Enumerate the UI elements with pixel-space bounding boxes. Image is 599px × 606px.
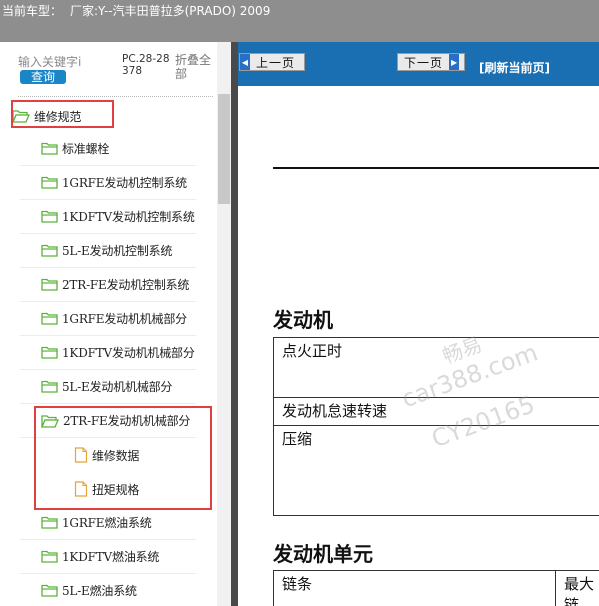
tree-node-folder[interactable]: 5L-E发动机机械部分 <box>20 370 196 404</box>
tree-node-label: 标准螺栓 <box>62 142 110 156</box>
tree-node-label: 5L-E发动机控制系统 <box>62 244 173 258</box>
tree-node-label: 1GRFE发动机控制系统 <box>62 176 187 190</box>
tree-node-label: 5L-E发动机机械部分 <box>62 380 173 394</box>
tree-node-label: 2TR-FE发动机机械部分 <box>63 414 191 428</box>
tree-node-label: 1KDFTV发动机机械部分 <box>62 346 195 360</box>
folder-open-icon <box>12 110 30 123</box>
tree-node-folder[interactable]: 1KDFTV燃油系统 <box>20 540 196 574</box>
folder-open-icon <box>41 414 59 428</box>
arrow-right-icon: ▶ <box>449 54 460 70</box>
engine-unit-table: 链条 最大链 <box>273 570 599 606</box>
tree-node-folder-open[interactable]: 2TR-FE发动机机械部分 <box>20 404 196 438</box>
folder-icon <box>41 380 58 393</box>
tree-node-label: 1KDFTV燃油系统 <box>62 550 160 564</box>
engine-spec-table: 点火正时 发动机怠速转速 压缩 <box>273 337 599 516</box>
tree-node-folder[interactable]: 5L-E发动机控制系统 <box>20 234 196 268</box>
title-bar: 当前车型： 厂家:Y--汽丰田普拉多(PRADO) 2009 <box>0 0 599 42</box>
left-scrollbar[interactable] <box>217 42 231 606</box>
table-cell: 链条 <box>273 570 556 606</box>
tree-node-label: 2TR-FE发动机控制系统 <box>62 278 190 292</box>
refresh-page-link[interactable]: [刷新当前页] <box>479 59 550 76</box>
next-page-button[interactable]: 下一页 ▶ <box>397 53 465 71</box>
tree-node-label: 1GRFE发动机机械部分 <box>62 312 187 326</box>
page-nav-bar: ◀ 上一页 下一页 ▶ [刷新当前页] <box>238 42 599 86</box>
tree-node-label: 扭矩规格 <box>92 482 140 497</box>
tree-node-document[interactable]: 维修数据 <box>20 438 196 472</box>
prev-page-button[interactable]: ◀ 上一页 <box>239 53 305 71</box>
tree-node-folder[interactable]: 2TR-FE发动机控制系统 <box>20 268 196 302</box>
keyword-input[interactable] <box>18 53 98 71</box>
table-cell: 最大链 <box>555 570 599 606</box>
folder-icon <box>41 176 58 189</box>
current-model-value: 厂家:Y--汽丰田普拉多(PRADO) 2009 <box>70 4 271 18</box>
section-title-engine-unit: 发动机单元 <box>273 542 373 566</box>
table-cell: 压缩 <box>273 425 599 516</box>
tree-node-folder[interactable]: 5L-E燃油系统 <box>20 574 196 606</box>
tree-node-label: 维修规范 <box>34 109 82 124</box>
tree-node-label: 1KDFTV发动机控制系统 <box>62 210 195 224</box>
tree-node-root[interactable]: 维修规范 <box>12 99 112 133</box>
folder-icon <box>41 210 58 223</box>
document-icon <box>74 447 88 463</box>
folder-icon <box>41 346 58 359</box>
tree-node-folder[interactable]: 标准螺栓 <box>20 132 196 166</box>
tree-node-label: 5L-E燃油系统 <box>62 584 137 598</box>
arrow-left-icon: ◀ <box>240 54 250 70</box>
scrollbar-thumb[interactable] <box>218 94 230 204</box>
tree-node-document[interactable]: 扭矩规格 <box>20 472 196 506</box>
section-title-engine: 发动机 <box>273 308 333 332</box>
tree-node-label: 1GRFE燃油系统 <box>62 516 152 530</box>
table-cell: 发动机怠速转速 <box>273 397 599 426</box>
content-panel: ◀ 上一页 下一页 ▶ [刷新当前页] 发动机 点火正时 发动机怠速转速 压缩 … <box>238 42 599 606</box>
folder-icon <box>41 550 58 563</box>
tree-node-folder[interactable]: 1GRFE燃油系统 <box>20 506 196 540</box>
collapse-all-link[interactable]: 折叠全部 <box>175 53 215 81</box>
folder-icon <box>41 244 58 257</box>
tree-node-label: 维修数据 <box>92 448 140 463</box>
tree-node-folder[interactable]: 1GRFE发动机控制系统 <box>20 166 196 200</box>
folder-icon <box>41 278 58 291</box>
panel-splitter[interactable] <box>231 42 238 606</box>
tree-node-folder[interactable]: 1KDFTV发动机机械部分 <box>20 336 196 370</box>
folder-icon <box>41 312 58 325</box>
tree-node-folder[interactable]: 1KDFTV发动机控制系统 <box>20 200 196 234</box>
current-model-label: 当前车型： <box>2 4 63 18</box>
table-cell: 点火正时 <box>273 337 599 398</box>
document-rule <box>273 167 599 169</box>
pc-code: PC.28-28378 <box>122 53 170 77</box>
divider <box>18 96 213 97</box>
tree-node-folder[interactable]: 1GRFE发动机机械部分 <box>20 302 196 336</box>
search-area: 查询 PC.28-28378 折叠全部 <box>0 42 217 94</box>
folder-icon <box>41 142 58 155</box>
folder-icon <box>41 584 58 597</box>
document-icon <box>74 481 88 497</box>
query-button[interactable]: 查询 <box>20 70 66 84</box>
folder-icon <box>41 516 58 529</box>
left-panel: 查询 PC.28-28378 折叠全部 维修规范 标准螺栓 1GRFE发动机控制… <box>0 42 231 606</box>
